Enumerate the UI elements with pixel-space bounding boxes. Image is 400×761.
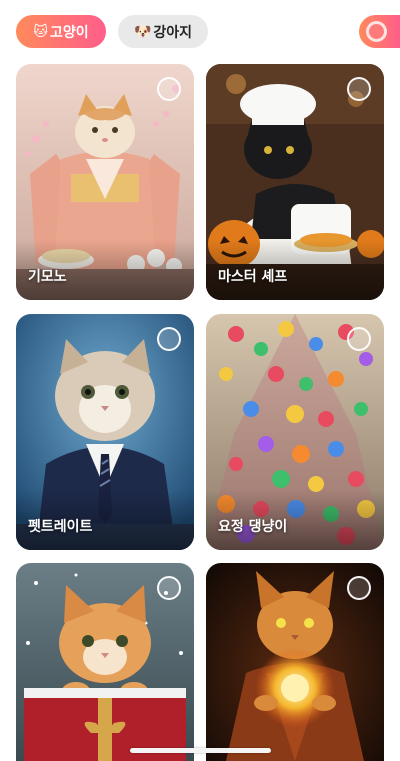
style-card-kimono[interactable]: 기모노: [16, 64, 194, 300]
style-card-label: 요정 댕냥이: [218, 519, 288, 535]
style-card-chef[interactable]: 마스터 셰프: [206, 64, 384, 300]
style-card-christmas[interactable]: [16, 563, 194, 761]
style-card-portrait[interactable]: 펫트레이트: [16, 314, 194, 550]
select-circle-icon[interactable]: [347, 576, 371, 600]
style-card-fairy[interactable]: 요정 댕냥이: [206, 314, 384, 550]
home-indicator[interactable]: [130, 748, 271, 753]
select-circle-icon[interactable]: [157, 77, 181, 101]
select-circle-icon[interactable]: [157, 327, 181, 351]
style-card-label: 기모노: [28, 269, 67, 285]
select-circle-icon[interactable]: [157, 576, 181, 600]
select-circle-icon[interactable]: [347, 327, 371, 351]
style-grid: 기모노 마스터 셰프 펫트레이트 요정 댕냥이: [0, 0, 400, 761]
style-card-label: 마스터 셰프: [218, 269, 288, 285]
style-card-wizard[interactable]: [206, 563, 384, 761]
style-card-label: 펫트레이트: [28, 519, 93, 535]
select-circle-icon[interactable]: [347, 77, 371, 101]
